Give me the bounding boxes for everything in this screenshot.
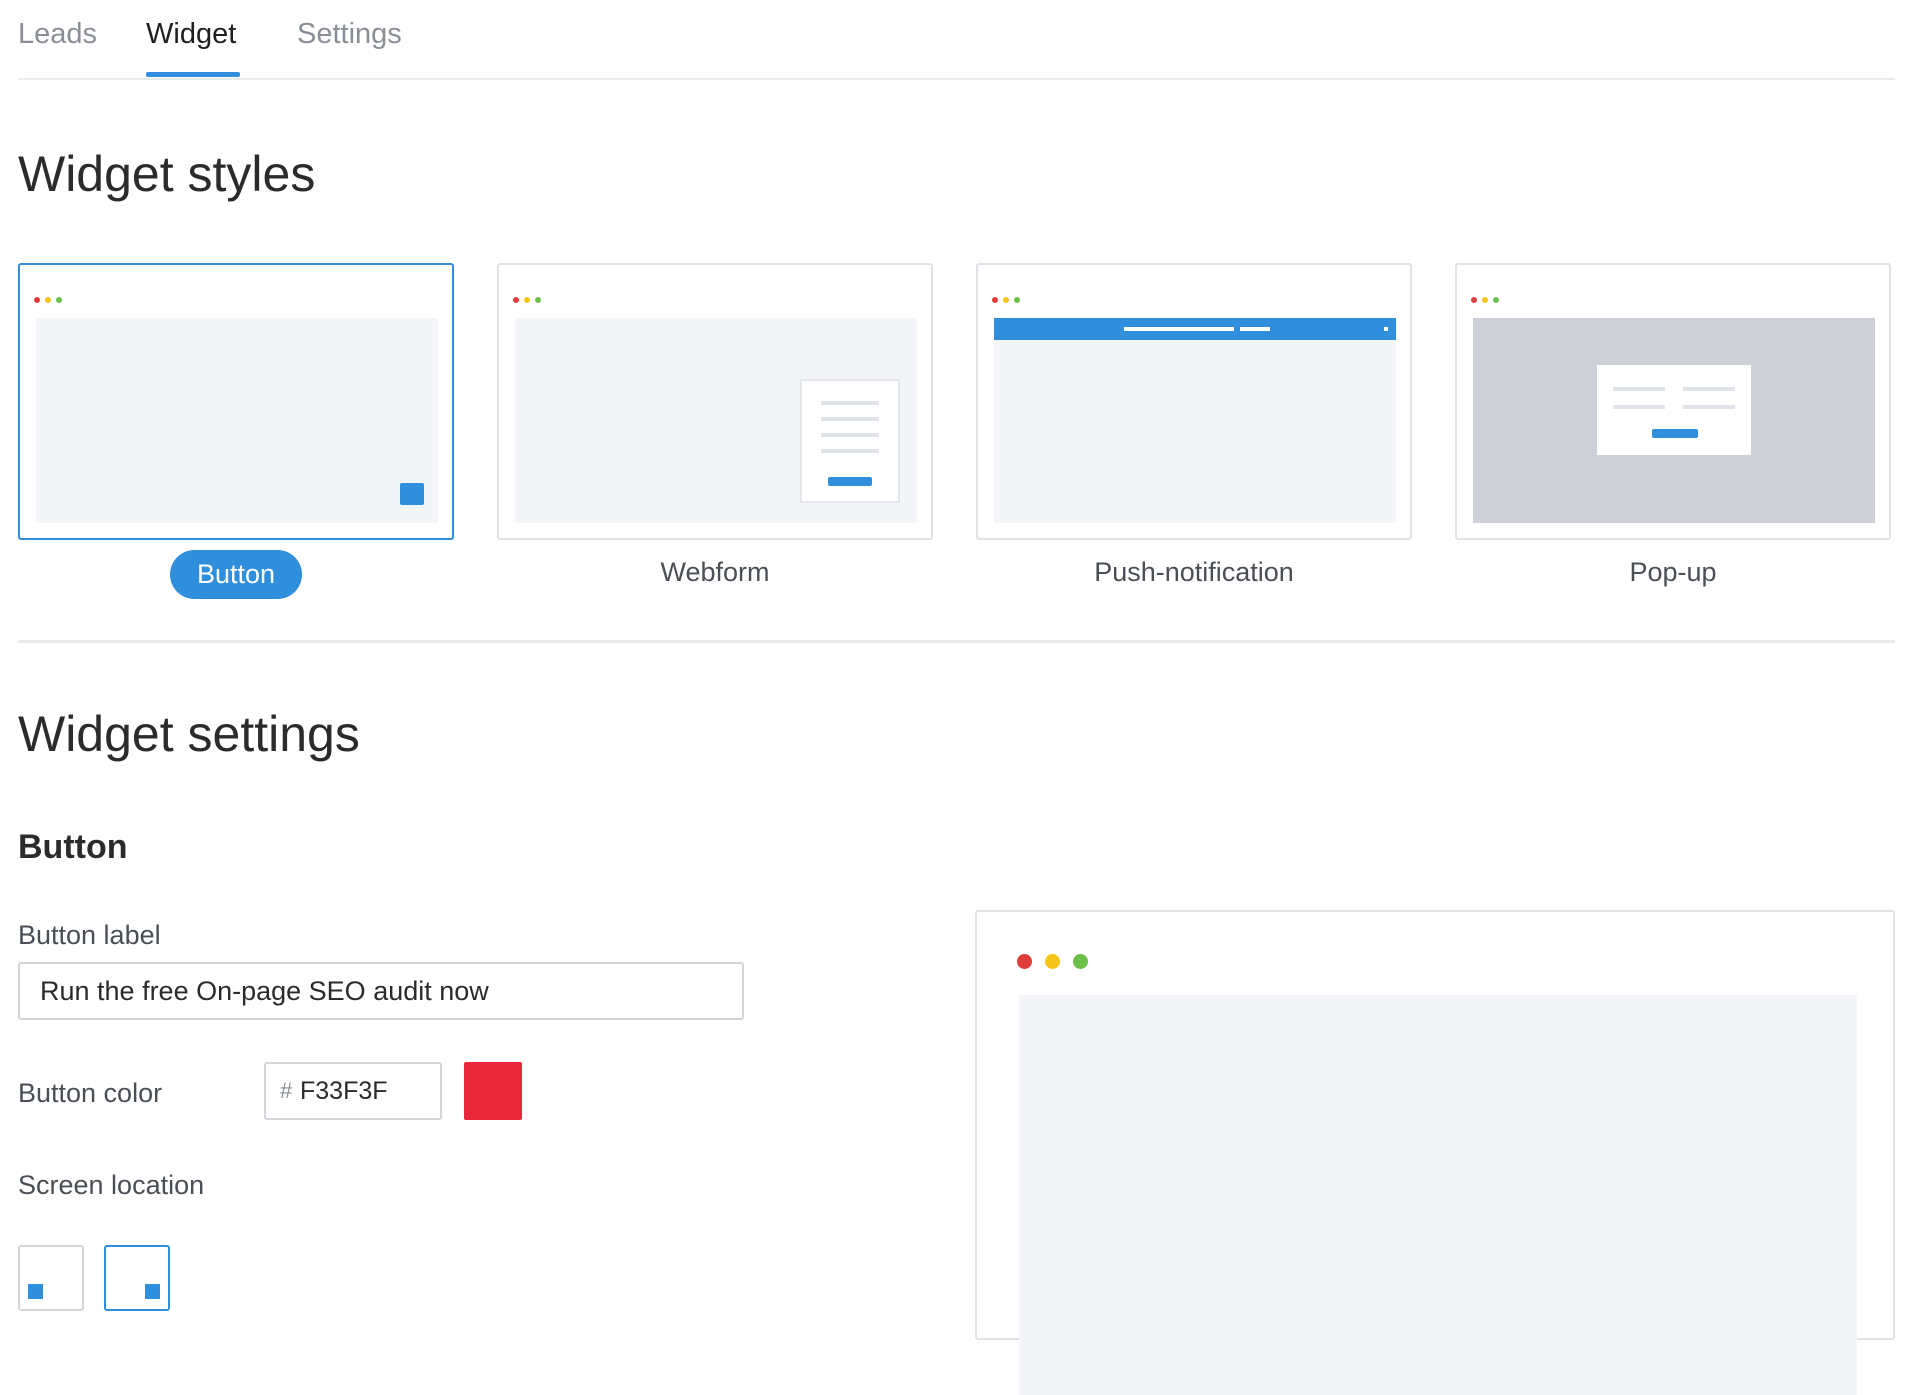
tab-bar: Leads Widget Settings xyxy=(18,0,1895,80)
button-color-field[interactable]: # xyxy=(264,1062,442,1120)
widget-styles-title: Widget styles xyxy=(18,146,316,202)
button-settings-heading: Button xyxy=(18,828,128,866)
active-tab-indicator xyxy=(146,72,240,77)
widget-settings-title: Widget settings xyxy=(18,706,360,762)
style-card-push-notification[interactable] xyxy=(976,263,1412,540)
right-position-icon xyxy=(145,1284,160,1299)
screen-thumbnail xyxy=(515,318,917,523)
style-card-button[interactable] xyxy=(18,263,454,540)
selected-style-pill[interactable]: Button xyxy=(169,550,303,599)
screen-location-caption: Screen location xyxy=(18,1170,205,1200)
screen-thumbnail xyxy=(1473,318,1875,523)
screen-thumbnail xyxy=(36,318,438,523)
section-divider xyxy=(18,640,1895,643)
location-right-option[interactable] xyxy=(104,1245,170,1311)
style-label-push-notification[interactable]: Push-notification xyxy=(976,557,1412,588)
style-label-button[interactable]: Button xyxy=(18,550,454,599)
preview-screen xyxy=(1019,995,1857,1395)
tab-widget[interactable]: Widget xyxy=(146,18,236,51)
style-label-pop-up[interactable]: Pop-up xyxy=(1455,557,1891,588)
style-label-webform[interactable]: Webform xyxy=(497,557,933,588)
button-color-caption: Button color xyxy=(18,1078,163,1108)
popup-dialog-icon xyxy=(1597,365,1751,455)
location-left-option[interactable] xyxy=(18,1245,84,1311)
style-card-pop-up[interactable] xyxy=(1455,263,1891,540)
window-dots-icon xyxy=(513,290,546,308)
screen-thumbnail xyxy=(994,318,1396,523)
button-label-input[interactable] xyxy=(18,962,744,1020)
widget-preview xyxy=(975,910,1895,1395)
webform-icon xyxy=(800,379,900,503)
preview-window-dots-icon xyxy=(1017,954,1101,974)
window-dots-icon xyxy=(992,290,1025,308)
window-dots-icon xyxy=(34,290,67,308)
tab-settings[interactable]: Settings xyxy=(297,18,402,51)
color-swatch[interactable] xyxy=(464,1062,522,1120)
hash-prefix: # xyxy=(280,1078,293,1103)
window-dots-icon xyxy=(1471,290,1504,308)
left-position-icon xyxy=(28,1284,43,1299)
tab-leads[interactable]: Leads xyxy=(18,18,97,51)
style-card-webform[interactable] xyxy=(497,263,933,540)
floating-button-icon xyxy=(400,483,424,505)
button-label-caption: Button label xyxy=(18,920,161,950)
notification-bar-icon xyxy=(994,318,1396,340)
button-color-input[interactable] xyxy=(300,1072,430,1110)
